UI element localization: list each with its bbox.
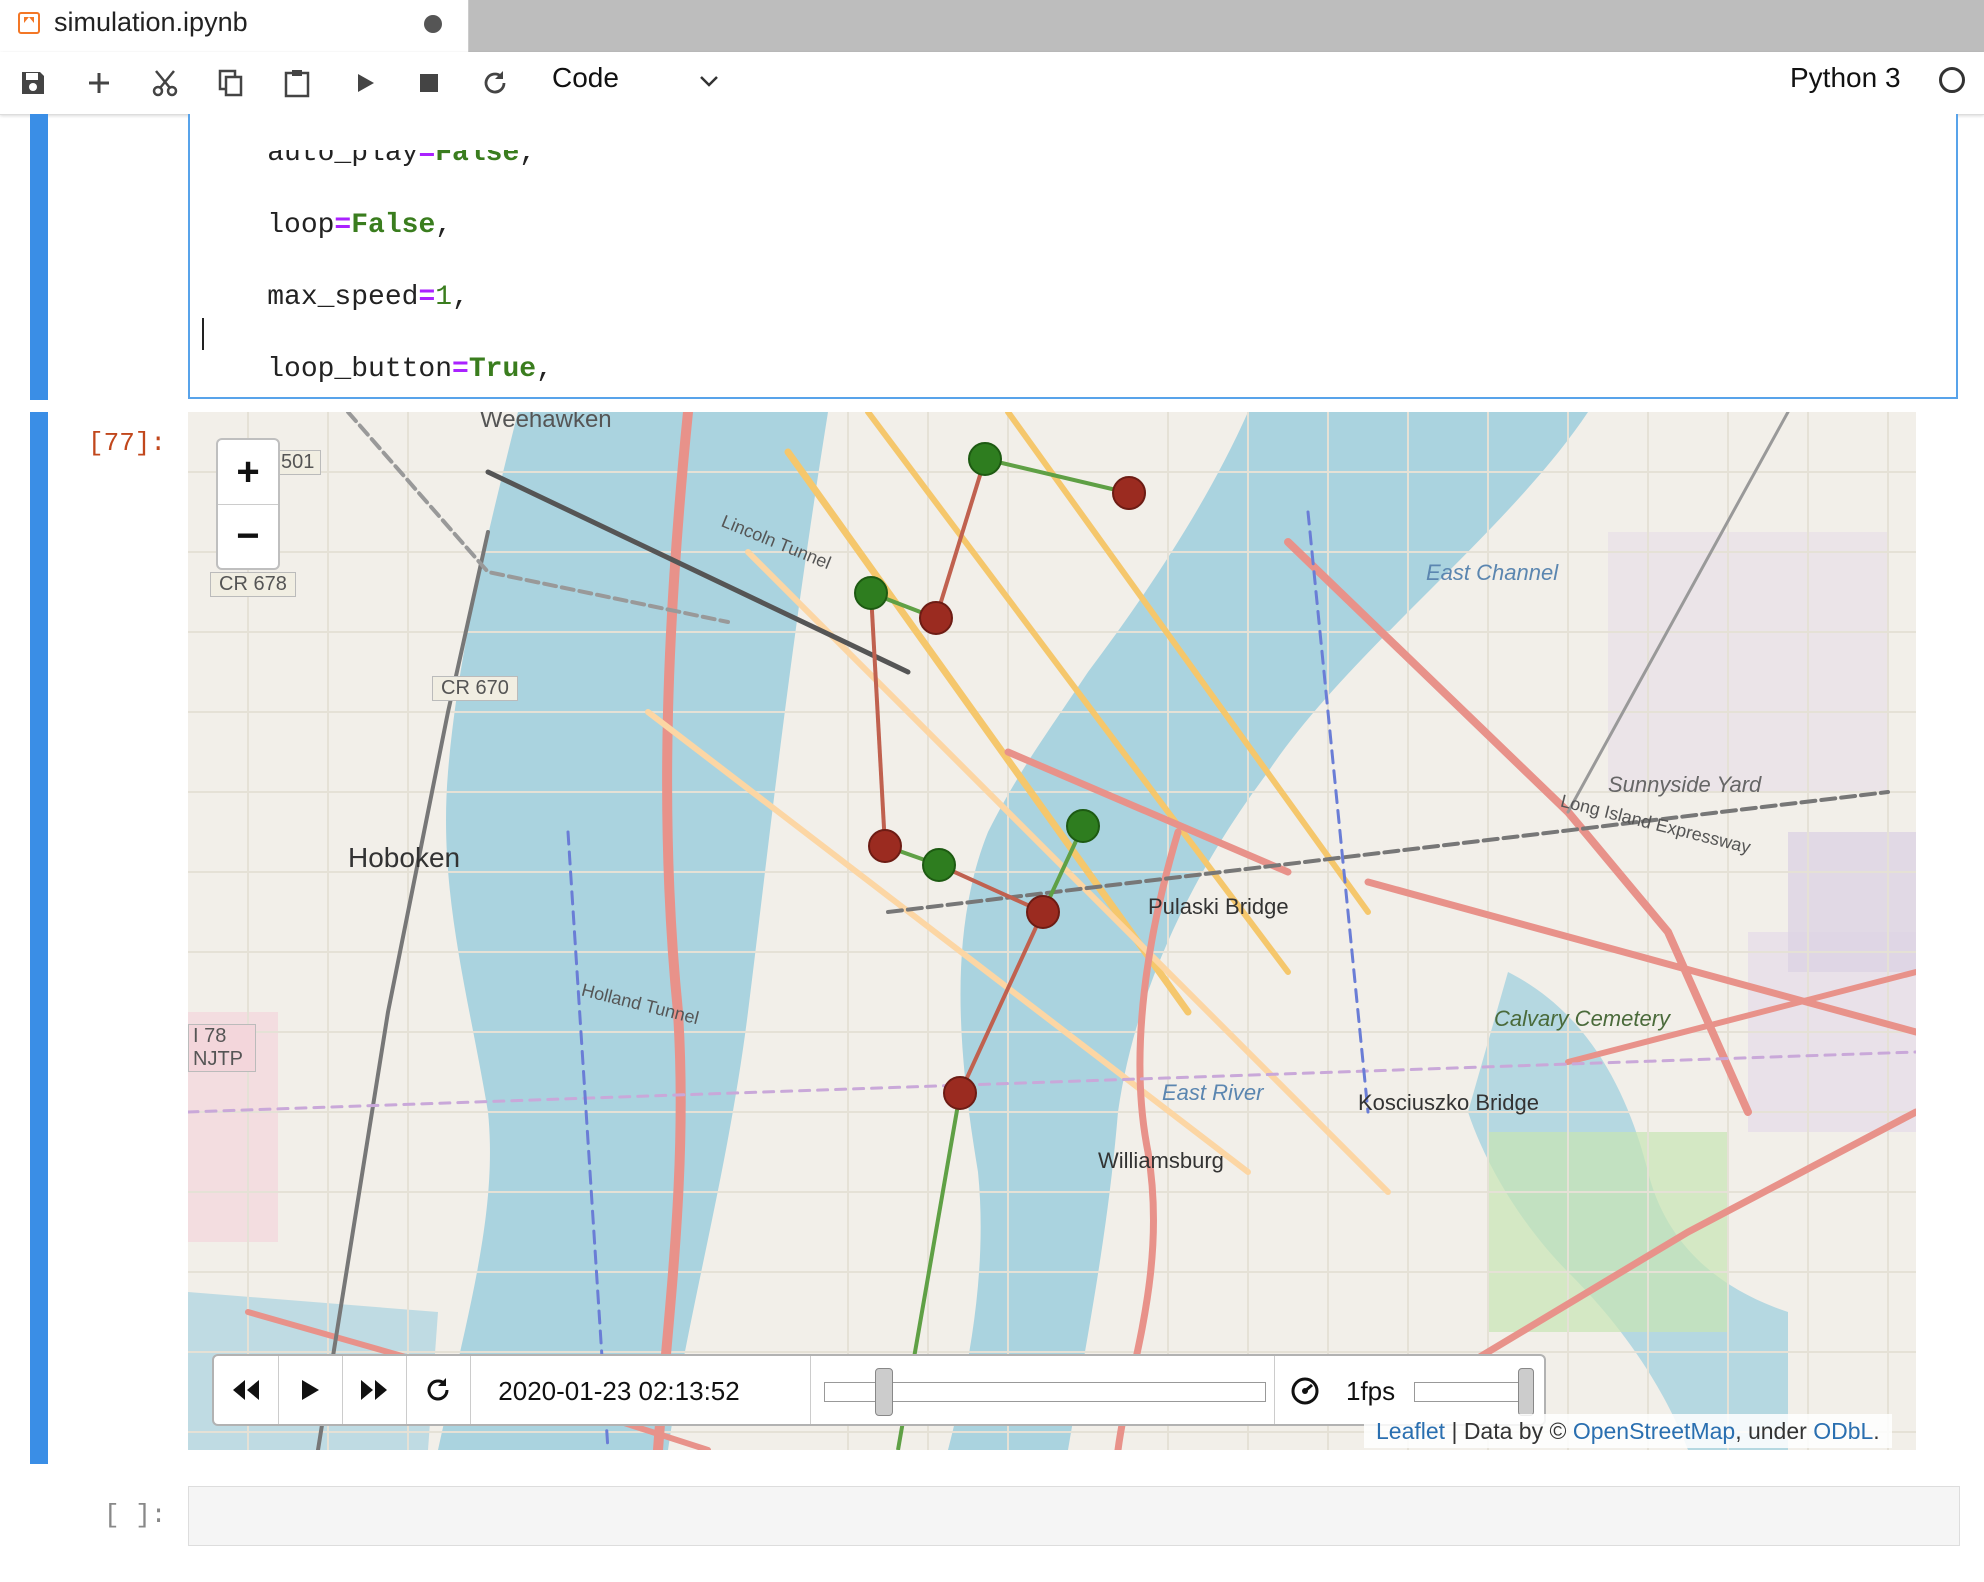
run-icon xyxy=(358,74,374,92)
kernel-name[interactable]: Python 3 xyxy=(1790,62,1901,94)
loop-icon xyxy=(427,1378,449,1401)
play-icon xyxy=(302,1380,319,1400)
active-marker xyxy=(968,442,1002,476)
step-forward-button[interactable] xyxy=(342,1356,407,1424)
place-label: Hoboken xyxy=(348,842,461,873)
zoom-control: + − xyxy=(216,438,280,570)
timestamp-display: 2020-01-23 02:13:52 xyxy=(498,1376,740,1406)
leaflet-link[interactable]: Leaflet xyxy=(1376,1418,1445,1444)
unsaved-dot-icon[interactable] xyxy=(424,15,442,33)
active-marker xyxy=(922,848,956,882)
active-marker xyxy=(1066,809,1100,843)
road-shield: I 78 NJTP xyxy=(188,1024,256,1072)
map-tiles[interactable] xyxy=(188,412,1916,1450)
attribution-text: . xyxy=(1873,1418,1880,1444)
output-prompt: [77]: xyxy=(88,428,167,458)
time-slider-handle[interactable] xyxy=(874,1368,893,1416)
tab-title: simulation.ipynb xyxy=(54,7,248,37)
time-dimension-control: 2020-01-23 02:13:52 1fps xyxy=(212,1354,1546,1426)
chevron-down-icon[interactable] xyxy=(694,66,724,96)
leaflet-map[interactable]: Weehawken Hoboken Pulaski Bridge Koscius… xyxy=(188,412,1916,1450)
road-shield: 501 xyxy=(274,450,322,475)
text-cursor xyxy=(202,318,204,350)
road-shield: CR 670 xyxy=(432,676,518,701)
inactive-marker xyxy=(868,829,902,863)
route-line xyxy=(934,458,987,619)
inactive-marker xyxy=(1112,476,1146,510)
road-shield: CR 678 xyxy=(210,572,296,597)
openstreetmap-link[interactable]: OpenStreetMap xyxy=(1573,1418,1735,1444)
backward-icon xyxy=(233,1380,259,1400)
speed-label: 1fps xyxy=(1346,1376,1396,1406)
restart-button[interactable] xyxy=(478,66,512,100)
place-label: Sunnyside Yard xyxy=(1608,772,1762,797)
place-label: Calvary Cemetery xyxy=(1494,1006,1671,1031)
step-backward-button[interactable] xyxy=(214,1356,279,1424)
play-button[interactable] xyxy=(278,1356,343,1424)
map-attribution: Leaflet | Data by © OpenStreetMap, under… xyxy=(1364,1414,1892,1448)
kernel-status-icon xyxy=(1939,67,1965,93)
place-label: Pulaski Bridge xyxy=(1148,894,1289,919)
route-line xyxy=(869,592,887,847)
zoom-in-button[interactable]: + xyxy=(218,440,278,505)
inactive-marker xyxy=(919,601,953,635)
place-label: Williamsburg xyxy=(1098,1148,1224,1173)
cut-button[interactable] xyxy=(148,66,182,100)
zoom-out-button[interactable]: − xyxy=(218,504,278,568)
speed-slider[interactable] xyxy=(1414,1382,1534,1402)
save-button[interactable] xyxy=(16,66,50,100)
active-marker xyxy=(854,576,888,610)
add-cell-button[interactable] xyxy=(82,66,116,100)
code-line: loop_button=True, xyxy=(200,354,553,385)
notebook-icon xyxy=(18,12,40,34)
input-prompt: [ ]: xyxy=(104,1500,167,1530)
active-cell-bar[interactable] xyxy=(30,114,48,400)
paste-button[interactable] xyxy=(280,66,314,100)
cell-type-select[interactable]: Code xyxy=(552,62,619,94)
paste-icon xyxy=(284,70,310,98)
route-line xyxy=(984,457,1130,495)
odbl-link[interactable]: ODbL xyxy=(1813,1418,1873,1444)
speedometer-icon xyxy=(1291,1377,1319,1405)
inactive-marker xyxy=(1026,895,1060,929)
copy-icon xyxy=(218,69,243,97)
forward-icon xyxy=(361,1380,387,1400)
save-icon xyxy=(22,72,44,94)
place-label: East River xyxy=(1162,1080,1264,1105)
code-line: loop=False, xyxy=(200,210,453,241)
stop-button[interactable] xyxy=(412,66,446,100)
place-label: East Channel xyxy=(1426,560,1559,585)
place-label: Weehawken xyxy=(480,412,612,433)
add-cell-icon xyxy=(89,73,109,93)
divider xyxy=(1274,1356,1275,1424)
restart-icon xyxy=(484,71,506,94)
stop-icon xyxy=(420,74,438,92)
notebook-tab[interactable]: simulation.ipynb xyxy=(0,0,469,52)
inactive-marker xyxy=(943,1076,977,1110)
empty-code-cell[interactable] xyxy=(188,1486,1960,1546)
place-label: Kosciuszko Bridge xyxy=(1358,1090,1539,1115)
speed-slider-handle[interactable] xyxy=(1518,1368,1534,1416)
divider xyxy=(810,1356,811,1424)
cut-icon xyxy=(152,70,178,97)
output-cell-bar[interactable] xyxy=(30,412,48,1464)
code-line: auto_play=False, xyxy=(200,138,537,169)
attribution-text: , under xyxy=(1735,1418,1814,1444)
loop-button[interactable] xyxy=(406,1356,471,1424)
copy-button[interactable] xyxy=(214,66,248,100)
attribution-text: | Data by © xyxy=(1445,1418,1573,1444)
run-button[interactable] xyxy=(348,66,382,100)
code-line: max_speed=1, xyxy=(200,282,469,313)
